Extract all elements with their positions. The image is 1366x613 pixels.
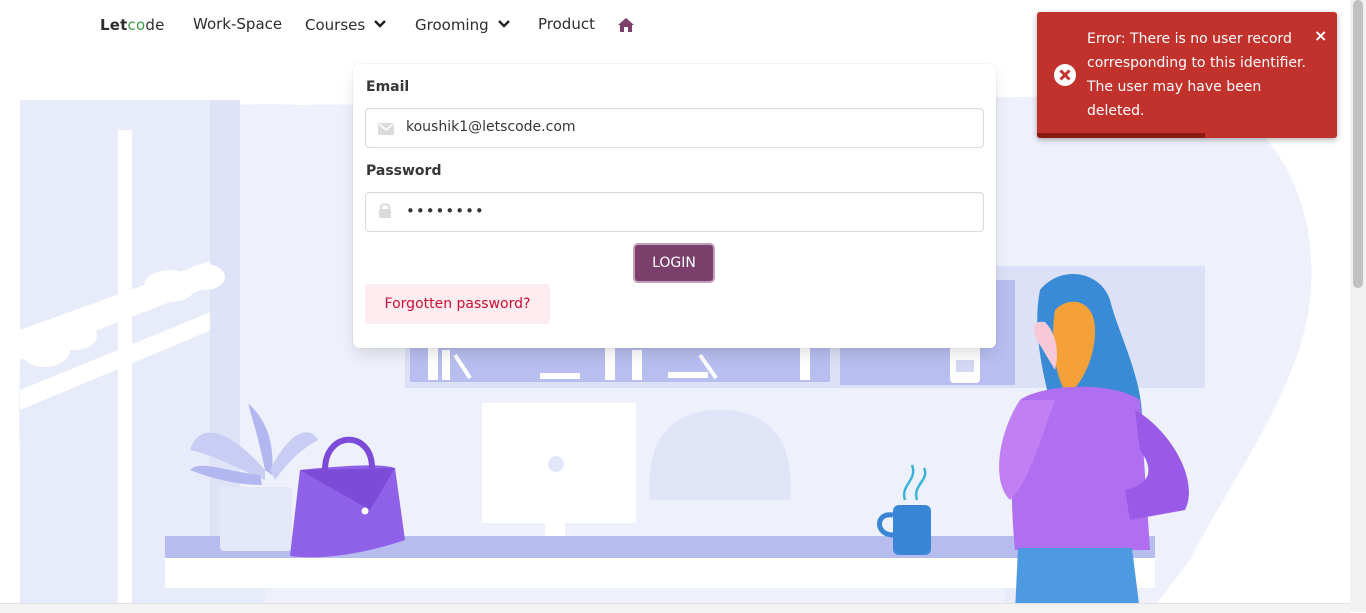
nav-item-courses[interactable]: Courses: [305, 15, 387, 34]
logo-part-de: de: [145, 16, 165, 34]
toast-progress-bar: [1037, 133, 1205, 138]
nav-label: Grooming: [415, 16, 489, 34]
error-toast: Error: There is no user record correspon…: [1037, 12, 1337, 138]
logo-part-let: Let: [100, 16, 128, 34]
login-form-card: Email koushik1@letscode.com Password •••…: [353, 64, 996, 348]
email-label: Email: [366, 79, 410, 95]
forgot-password-button[interactable]: Forgotten password?: [365, 284, 550, 324]
email-value: koushik1@letscode.com: [406, 119, 576, 135]
nav-item-grooming[interactable]: Grooming: [415, 15, 511, 34]
password-value: ••••••••: [406, 202, 485, 220]
error-circle-icon: [1053, 63, 1077, 91]
close-icon[interactable]: ×: [1314, 26, 1327, 45]
lock-icon: [378, 202, 392, 222]
home-icon[interactable]: [617, 17, 635, 37]
email-field[interactable]: koushik1@letscode.com: [365, 108, 984, 148]
chevron-down-icon: [373, 15, 387, 33]
toast-message: Error: There is no user record correspon…: [1087, 31, 1306, 119]
nav-item-work-space[interactable]: Work-Space: [193, 15, 282, 33]
login-button[interactable]: LOGIN: [633, 243, 715, 283]
logo-part-co: co: [127, 16, 146, 34]
page-scrollbar[interactable]: [1350, 0, 1366, 612]
password-label: Password: [366, 163, 442, 179]
nav-label: Courses: [305, 16, 366, 34]
envelope-icon: [378, 120, 394, 139]
password-field[interactable]: ••••••••: [365, 192, 984, 232]
chevron-down-icon: [497, 15, 511, 33]
nav-label: Product: [538, 15, 595, 33]
letcode-logo[interactable]: Letcode: [100, 16, 165, 34]
nav-item-product[interactable]: Product: [538, 15, 595, 33]
scrollbar-thumb[interactable]: [1353, 0, 1363, 288]
nav-label: Work-Space: [193, 15, 283, 33]
